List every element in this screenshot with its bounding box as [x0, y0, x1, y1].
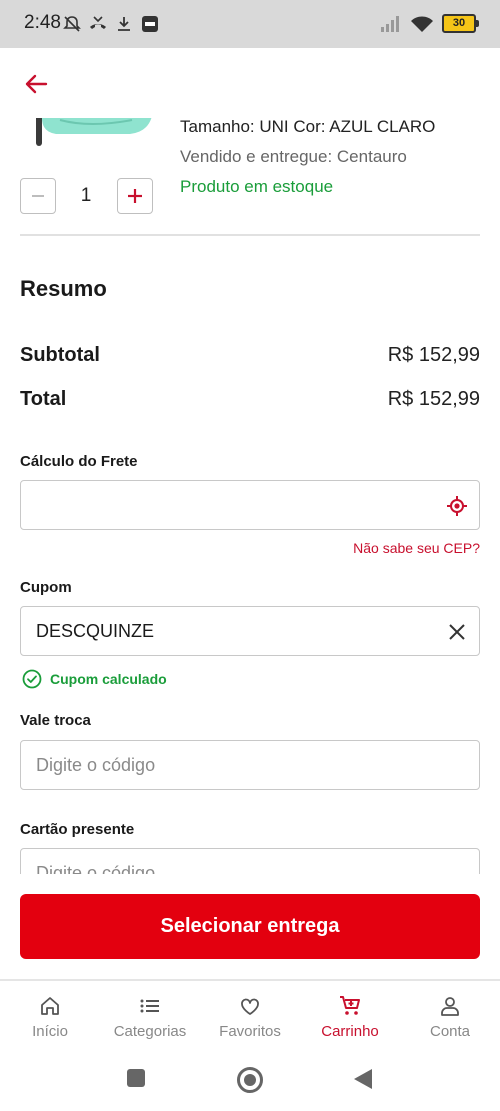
coupon-input[interactable] — [21, 607, 451, 655]
nav-label-home: Início — [32, 1023, 68, 1040]
nav-item-home[interactable]: Início — [0, 981, 100, 1048]
wifi-icon — [411, 16, 433, 32]
status-notification-icons — [62, 14, 160, 34]
nav-label-favorites: Favoritos — [219, 1023, 281, 1040]
nav-label-cart: Carrinho — [321, 1023, 379, 1040]
check-circle-icon — [22, 669, 42, 689]
home-icon — [41, 997, 59, 1015]
total-row: Total R$ 152,99 — [20, 388, 480, 414]
nav-label-categories: Categorias — [113, 1023, 187, 1040]
select-delivery-button[interactable]: Selecionar entrega — [20, 894, 480, 959]
status-bar: 2:48 30 — [0, 0, 500, 48]
product-info: Tamanho: UNI Cor: AZUL CLARO Vendido e e… — [180, 118, 490, 208]
shipping-label: Cálculo do Frete — [20, 453, 138, 470]
back-button-icon[interactable] — [353, 1068, 373, 1090]
cart-content[interactable]: Tamanho: UNI Cor: AZUL CLARO Vendido e e… — [0, 118, 500, 874]
download-icon — [118, 17, 130, 31]
coupon-field — [20, 606, 480, 656]
product-image — [36, 118, 152, 146]
total-value: R$ 152,99 — [387, 388, 480, 410]
nav-item-favorites[interactable]: Favoritos — [200, 981, 300, 1048]
nav-item-cart[interactable]: Carrinho — [300, 981, 400, 1048]
decrease-quantity-button[interactable] — [20, 178, 56, 214]
increase-quantity-button[interactable] — [117, 178, 153, 214]
coupon-label: Cupom — [20, 579, 72, 596]
product-seller: Vendido e entregue: Centauro — [180, 147, 407, 166]
section-divider — [20, 234, 480, 236]
stock-status: Produto em estoque — [180, 177, 334, 196]
arrow-left-icon[interactable] — [22, 70, 50, 98]
exchange-voucher-label: Vale troca — [20, 712, 91, 729]
list-icon — [140, 999, 159, 1013]
bottom-navigation: Início Categorias Favoritos Carrinho Con… — [0, 979, 500, 1048]
status-time: 2:48 — [24, 12, 61, 33]
product-size-color: Tamanho: UNI Cor: AZUL CLARO — [180, 118, 436, 136]
signal-icon — [381, 15, 399, 32]
subtotal-value: R$ 152,99 — [387, 344, 480, 366]
user-icon — [441, 997, 459, 1016]
battery-indicator: 30 — [442, 14, 479, 33]
minus-icon — [32, 195, 44, 197]
subtotal-label: Subtotal — [20, 344, 100, 366]
nav-item-account[interactable]: Conta — [400, 981, 500, 1048]
total-label: Total — [20, 388, 67, 410]
locate-icon[interactable] — [447, 496, 467, 516]
summary-title: Resumo — [20, 276, 107, 301]
shipping-field — [20, 480, 480, 530]
heart-icon — [241, 998, 259, 1015]
status-system-icons: 30 — [380, 14, 479, 33]
bank-app-icon — [142, 16, 158, 32]
cep-input[interactable] — [21, 481, 451, 529]
gift-card-label: Cartão presente — [20, 821, 135, 838]
plus-icon — [128, 189, 142, 203]
recent-apps-icon[interactable] — [126, 1068, 146, 1088]
cart-icon — [340, 996, 360, 1015]
home-button-icon[interactable] — [236, 1066, 264, 1094]
nav-item-categories[interactable]: Categorias — [100, 981, 200, 1048]
coupon-status: Cupom calculado — [22, 669, 167, 689]
gift-card-field — [20, 848, 480, 874]
subtotal-row: Subtotal R$ 152,99 — [20, 344, 480, 370]
quantity-value: 1 — [80, 185, 92, 206]
exchange-voucher-field — [20, 740, 480, 790]
coupon-status-text: Cupom calculado — [50, 671, 167, 687]
find-cep-link[interactable]: Não sabe seu CEP? — [353, 540, 480, 556]
app-header — [0, 48, 500, 118]
gift-card-input[interactable] — [21, 849, 451, 874]
missed-call-icon — [90, 16, 106, 29]
close-icon[interactable] — [447, 622, 467, 642]
exchange-voucher-input[interactable] — [21, 741, 451, 789]
muted-bell-icon — [63, 16, 81, 32]
system-navigation-bar — [0, 1046, 500, 1111]
nav-label-account: Conta — [429, 1023, 471, 1040]
